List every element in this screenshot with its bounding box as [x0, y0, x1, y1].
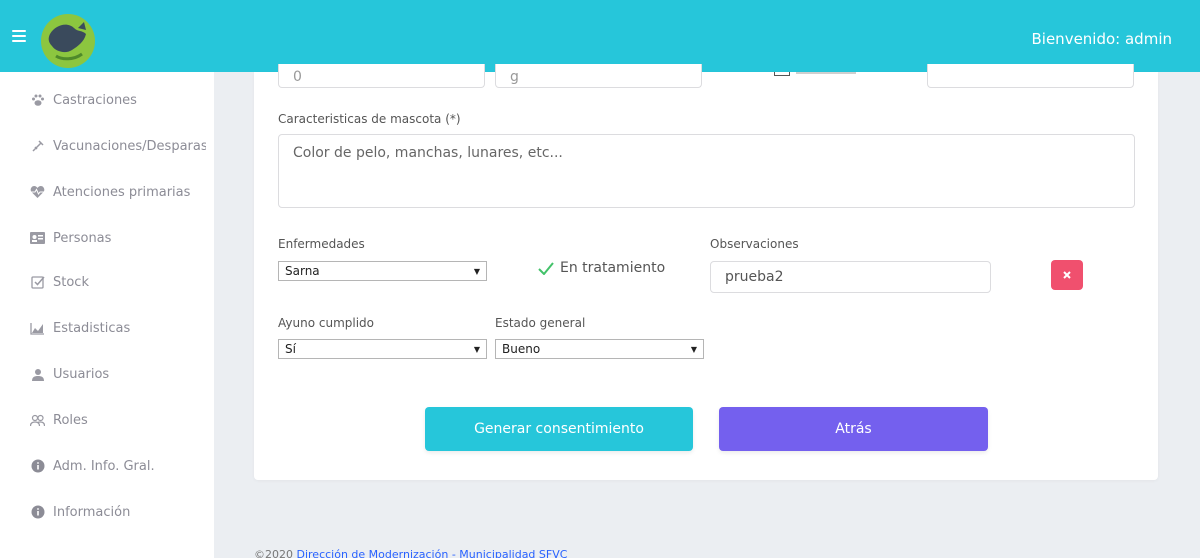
- chevron-down-icon: ▼: [473, 344, 480, 354]
- sidebar-item-roles[interactable]: Roles: [30, 410, 206, 430]
- sidebar-item-label: Vacunaciones/Desparasitaciones: [53, 138, 206, 154]
- observations-input[interactable]: prueba2: [710, 261, 991, 293]
- welcome-text: Bienvenido: admin: [1031, 30, 1173, 48]
- sidebar-item-label: Stock: [53, 274, 89, 290]
- back-button[interactable]: Atrás: [719, 407, 988, 451]
- syringe-icon: [30, 139, 45, 154]
- general-state-select[interactable]: Bueno ▼: [495, 339, 704, 359]
- sidebar-item-label: Personas: [53, 230, 112, 246]
- fasting-label: Ayuno cumplido: [278, 316, 374, 330]
- info-icon: [30, 505, 45, 520]
- form-card: 0 g Caracteristicas de mascota (*) Color…: [254, 64, 1158, 480]
- users-icon: [30, 413, 45, 428]
- chevron-down-icon: ▼: [473, 266, 480, 276]
- delete-disease-button[interactable]: [1051, 260, 1083, 290]
- characteristics-label: Caracteristicas de mascota (*): [278, 112, 461, 126]
- diseases-select[interactable]: Sarna ▼: [278, 261, 487, 281]
- sidebar-item-adm-info[interactable]: Adm. Info. Gral.: [30, 456, 206, 476]
- general-state-label: Estado general: [495, 316, 586, 330]
- chevron-down-icon: ▼: [690, 344, 697, 354]
- sidebar-item-label: Adm. Info. Gral.: [53, 458, 155, 474]
- check-icon: [538, 261, 554, 275]
- sidebar-item-stock[interactable]: Stock: [30, 272, 206, 292]
- treatment-toggle[interactable]: En tratamiento: [538, 260, 665, 276]
- unit-input[interactable]: g: [495, 64, 702, 88]
- sidebar-item-usuarios[interactable]: Usuarios: [30, 364, 206, 384]
- checkbox-label-fragment: [796, 72, 856, 74]
- sidebar-item-castraciones[interactable]: Castraciones: [30, 90, 206, 110]
- logo[interactable]: [38, 12, 98, 70]
- fasting-select[interactable]: Sí ▼: [278, 339, 487, 359]
- diseases-label: Enfermedades: [278, 237, 365, 251]
- sidebar-item-label: Roles: [53, 412, 88, 428]
- sidebar-item-vacunaciones[interactable]: Vacunaciones/Desparasitaciones: [30, 136, 206, 156]
- sidebar-item-label: Información: [53, 504, 131, 520]
- sidebar: Castraciones Vacunaciones/Desparasitacio…: [0, 72, 214, 558]
- weight-input[interactable]: 0: [278, 64, 485, 88]
- generate-consent-button[interactable]: Generar consentimiento: [425, 407, 693, 451]
- sidebar-item-atenciones[interactable]: Atenciones primarias: [30, 182, 206, 202]
- footer: ©2020 Dirección de Modernización - Munic…: [254, 548, 567, 558]
- observations-label: Observaciones: [710, 237, 799, 251]
- info-icon: [30, 459, 45, 474]
- sidebar-item-label: Castraciones: [53, 92, 137, 108]
- sidebar-item-estadisticas[interactable]: Estadisticas: [30, 318, 206, 338]
- top-bar: Bienvenido: admin: [0, 0, 1200, 72]
- close-icon: [1063, 271, 1071, 279]
- menu-icon[interactable]: [12, 30, 26, 42]
- sidebar-item-label: Estadisticas: [53, 320, 131, 336]
- chart-icon: [30, 321, 45, 336]
- paw-icon: [30, 93, 45, 108]
- id-card-icon: [30, 231, 45, 246]
- sidebar-item-personas[interactable]: Personas: [30, 228, 206, 248]
- footer-link[interactable]: Dirección de Modernización - Municipalid…: [297, 548, 568, 558]
- sidebar-item-informacion[interactable]: Información: [30, 502, 206, 522]
- user-icon: [30, 367, 45, 382]
- checkbox-icon: [30, 275, 45, 290]
- sidebar-item-label: Usuarios: [53, 366, 110, 382]
- checkbox[interactable]: [774, 72, 790, 76]
- date-input[interactable]: [927, 64, 1134, 88]
- characteristics-textarea[interactable]: Color de pelo, manchas, lunares, etc...: [278, 134, 1135, 208]
- heartbeat-icon: [30, 185, 45, 200]
- sidebar-item-label: Atenciones primarias: [53, 184, 191, 200]
